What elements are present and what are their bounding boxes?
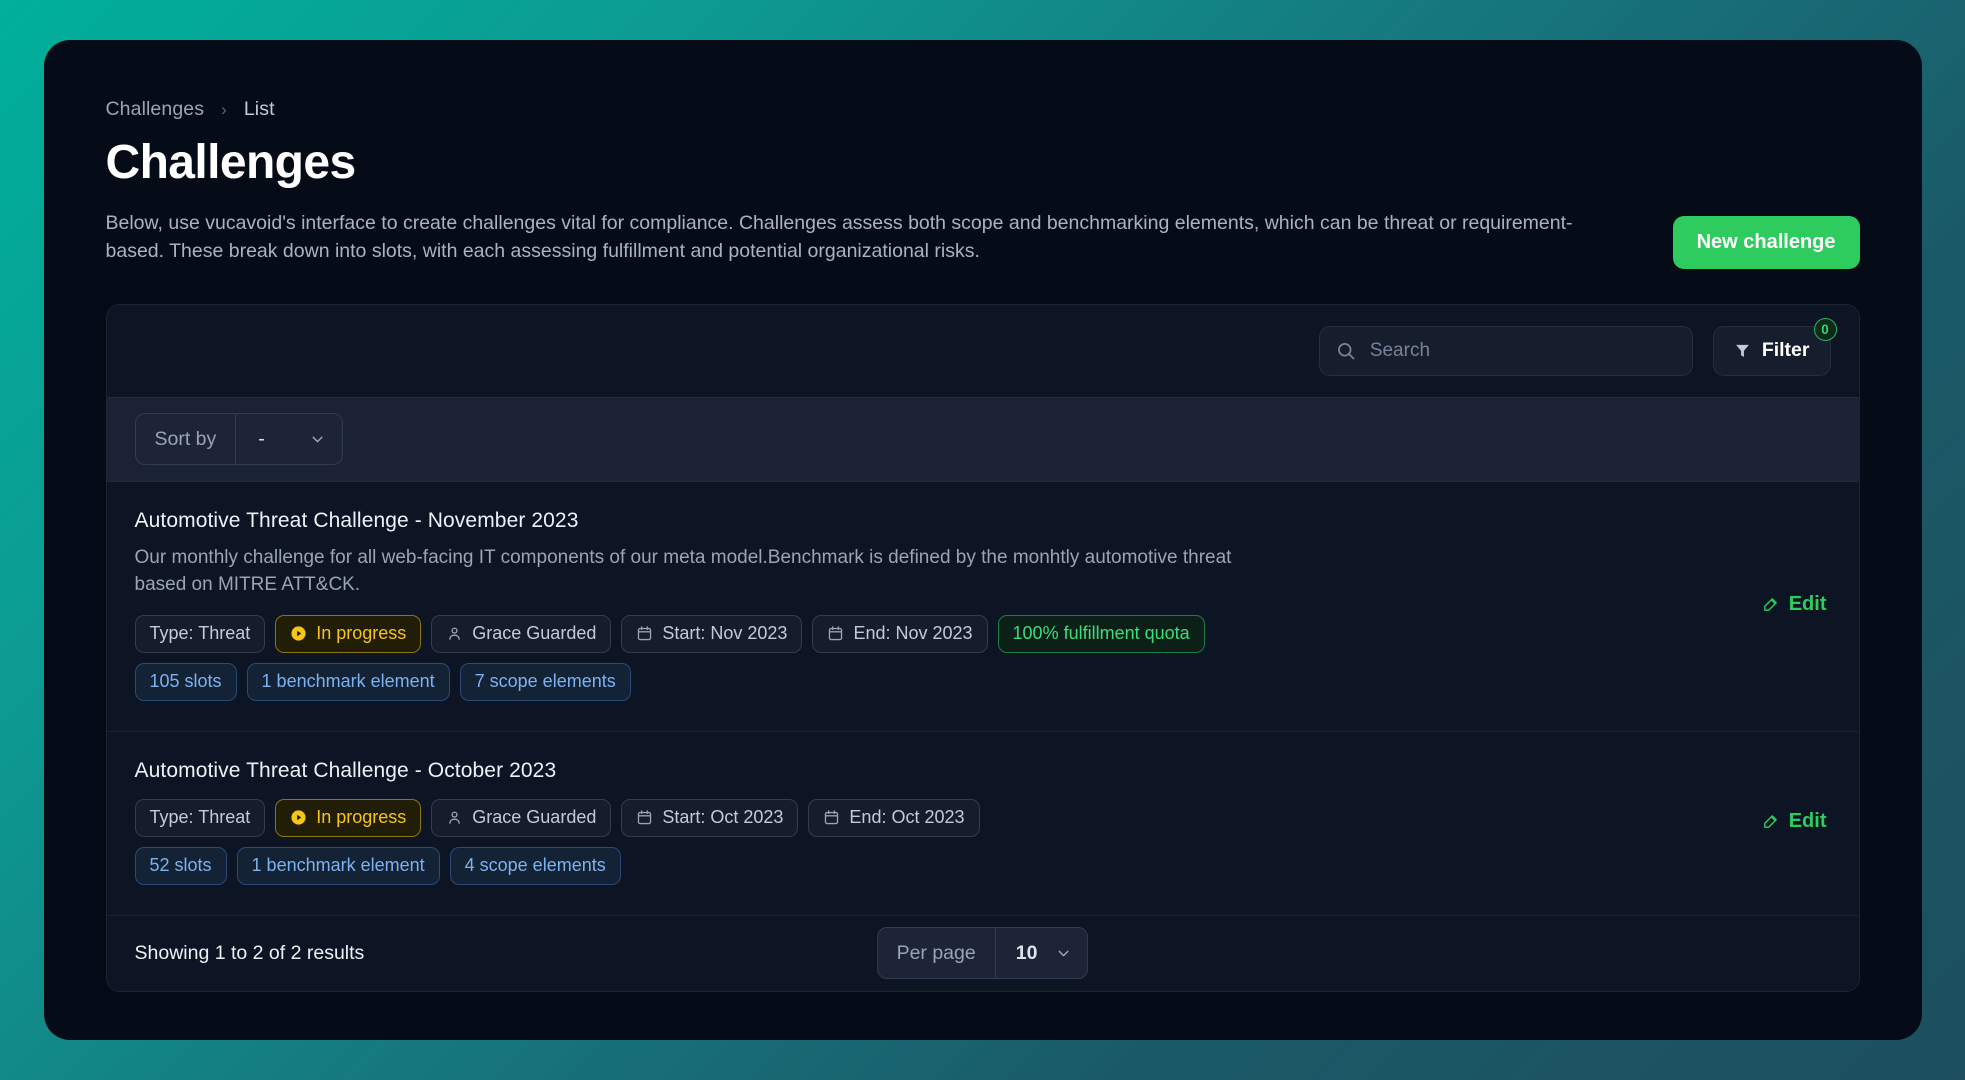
calendar-icon <box>825 810 839 825</box>
edit-button-label: Edit <box>1788 593 1827 616</box>
challenge-rows: Automotive Threat Challenge - November 2… <box>106 481 1859 916</box>
per-page-value: 10 <box>1015 941 1038 964</box>
calendar-icon <box>829 626 843 641</box>
user-icon <box>449 811 461 825</box>
search-box <box>1318 325 1693 376</box>
badge: In progress <box>275 798 422 837</box>
play-circle-icon <box>291 810 306 825</box>
page-header-row: Below, use vucavoid's interface to creat… <box>106 190 1860 269</box>
badge-label: In progress <box>316 807 407 828</box>
badge-label: End: Nov 2023 <box>853 623 973 644</box>
filter-label: Filter <box>1761 339 1810 362</box>
new-challenge-button[interactable]: New challenge <box>1672 215 1860 269</box>
edit-button[interactable]: Edit <box>1758 587 1831 622</box>
edit-button[interactable]: Edit <box>1758 804 1831 839</box>
badge-label: 100% fulfillment quota <box>1012 623 1190 644</box>
badge: In progress <box>275 614 422 653</box>
badge-label: Grace Guarded <box>472 807 597 828</box>
search-input[interactable] <box>1318 325 1693 376</box>
breadcrumb-separator-icon: › <box>221 100 227 119</box>
sort-control: Sort by - <box>134 413 343 466</box>
badge: End: Nov 2023 <box>812 614 988 653</box>
per-page-label: Per page <box>878 928 996 979</box>
challenge-title[interactable]: Automotive Threat Challenge - November 2… <box>135 509 1728 533</box>
count-badge[interactable]: 4 scope elements <box>449 846 621 885</box>
edit-button-label: Edit <box>1788 810 1827 833</box>
count-badge[interactable]: 1 benchmark element <box>236 846 440 885</box>
per-page-select[interactable]: 10 <box>996 928 1088 978</box>
challenge-attribute-badges: Type: Threat In progress Grace Guarded Star… <box>134 798 1728 837</box>
sort-by-value: - <box>258 427 265 450</box>
chevron-down-icon <box>1058 950 1069 957</box>
challenge-attribute-badges: Type: Threat In progress Grace Guarded Star… <box>134 614 1728 653</box>
count-badge[interactable]: 1 benchmark element <box>246 662 450 701</box>
badge-label: Type: Threat <box>149 807 251 828</box>
filter-count-badge: 0 <box>1813 317 1837 341</box>
challenge-row-main: Automotive Threat Challenge - November 2… <box>134 509 1728 701</box>
badge: Start: Oct 2023 <box>621 798 799 837</box>
breadcrumb: Challenges › List <box>106 98 1860 121</box>
badge: End: Oct 2023 <box>808 798 980 837</box>
results-count-text: Showing 1 to 2 of 2 results <box>134 941 365 964</box>
challenge-row[interactable]: Automotive Threat Challenge - November 2… <box>106 481 1859 732</box>
panel-footer: Showing 1 to 2 of 2 results Per page 10 <box>106 915 1859 991</box>
page-description: Below, use vucavoid's interface to creat… <box>105 211 1573 263</box>
filter-button[interactable]: Filter 0 <box>1712 317 1837 376</box>
calendar-icon <box>638 626 652 641</box>
badge: Grace Guarded <box>431 614 612 653</box>
badge: Grace Guarded <box>431 798 612 837</box>
funnel-icon <box>1735 345 1749 358</box>
badge-label: Grace Guarded <box>472 623 597 644</box>
sort-by-select[interactable]: - <box>236 414 341 464</box>
challenge-title[interactable]: Automotive Threat Challenge - October 20… <box>135 759 1728 783</box>
chevron-down-icon <box>312 436 323 443</box>
page-title: Challenges <box>105 136 357 189</box>
count-badge[interactable]: 105 slots <box>134 662 237 701</box>
user-icon <box>449 627 461 641</box>
badge-label: Start: Nov 2023 <box>662 623 788 644</box>
breadcrumb-item-list[interactable]: List <box>244 98 275 121</box>
badge-label: Type: Threat <box>149 623 251 644</box>
count-badge[interactable]: 7 scope elements <box>459 662 631 701</box>
panel-toolbar: Filter 0 <box>106 304 1859 397</box>
app-card: Challenges › List Challenges Below, use … <box>43 40 1922 1040</box>
edit-pencil-icon <box>1763 815 1777 829</box>
badge-label: In progress <box>316 623 407 644</box>
badge-label: End: Oct 2023 <box>849 807 965 828</box>
breadcrumb-item-challenges[interactable]: Challenges <box>106 98 205 121</box>
challenge-row[interactable]: Automotive Threat Challenge - October 20… <box>106 731 1859 916</box>
calendar-icon <box>638 810 652 825</box>
badge: Type: Threat <box>134 798 266 837</box>
challenge-count-badges: 105 slots 1 benchmark element 7 scope elem… <box>134 662 1728 701</box>
badge: 100% fulfillment quota <box>997 614 1205 653</box>
challenge-description: Our monthly challenge for all web-facing… <box>134 546 1232 596</box>
badge: Start: Nov 2023 <box>621 614 803 653</box>
play-circle-icon <box>291 626 306 641</box>
sort-by-label: Sort by <box>136 414 237 465</box>
badge: Type: Threat <box>134 614 266 653</box>
count-badge[interactable]: 52 slots <box>134 846 227 885</box>
challenge-row-main: Automotive Threat Challenge - October 20… <box>134 759 1728 885</box>
per-page-control: Per page 10 <box>876 927 1089 980</box>
challenges-panel: Filter 0 Sort by - Automotive Threat Cha… <box>105 303 1860 992</box>
badge-label: Start: Oct 2023 <box>662 807 784 828</box>
challenge-count-badges: 52 slots 1 benchmark element 4 scope eleme… <box>134 846 1728 885</box>
sort-bar: Sort by - <box>106 396 1859 482</box>
edit-pencil-icon <box>1763 598 1777 612</box>
